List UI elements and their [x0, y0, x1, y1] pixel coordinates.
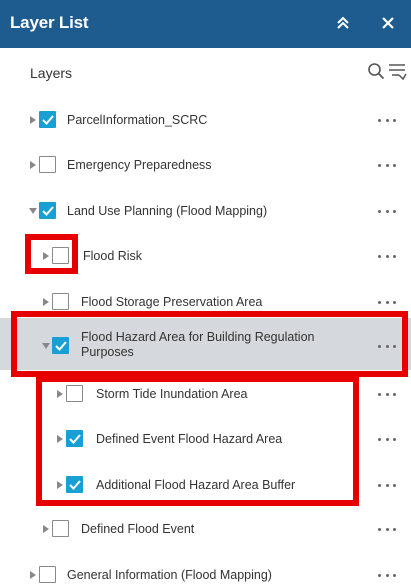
layer-checkbox[interactable]	[39, 111, 56, 128]
caret-down-icon[interactable]	[41, 340, 51, 352]
more-options-button[interactable]	[378, 389, 396, 399]
caret-down-icon[interactable]	[28, 205, 38, 217]
caret-right-icon[interactable]	[28, 114, 38, 126]
layer-row[interactable]: Flood Storage Preservation Area	[0, 286, 411, 318]
more-options-button[interactable]	[378, 570, 396, 580]
layer-checkbox[interactable]	[39, 156, 56, 173]
check-icon	[42, 206, 54, 216]
layer-label: Flood Hazard Area for Building Regulatio…	[81, 330, 315, 359]
layer-label: Defined Flood Event	[81, 522, 195, 536]
layer-checkbox[interactable]	[52, 337, 69, 354]
layer-row[interactable]: Land Use Planning (Flood Mapping)	[0, 195, 411, 227]
filter-icon[interactable]	[387, 61, 407, 81]
check-icon	[55, 341, 67, 351]
layer-label: Land Use Planning (Flood Mapping)	[67, 204, 268, 218]
layers-heading: Layers	[30, 65, 73, 81]
layer-label: Emergency Preparedness	[67, 158, 212, 172]
panel-title: Layer List	[10, 13, 89, 32]
layer-row[interactable]: Defined Event Flood Hazard Area	[0, 423, 411, 455]
layer-row[interactable]: Emergency Preparedness	[0, 149, 411, 181]
caret-right-icon[interactable]	[55, 479, 65, 491]
collapse-button[interactable]	[330, 10, 356, 36]
panel-header: Layer List	[0, 0, 411, 48]
layers-toolbar: Layers	[0, 48, 411, 96]
more-options-button[interactable]	[378, 160, 396, 170]
caret-right-icon[interactable]	[28, 159, 38, 171]
layer-label: Defined Event Flood Hazard Area	[96, 432, 283, 446]
caret-right-icon[interactable]	[41, 250, 51, 262]
caret-right-icon[interactable]	[41, 296, 51, 308]
layer-row[interactable]: Storm Tide Inundation Area	[0, 378, 411, 410]
layer-checkbox[interactable]	[66, 430, 83, 447]
double-chevron-up-icon	[337, 16, 349, 29]
check-icon	[69, 434, 81, 444]
more-options-button[interactable]	[378, 341, 396, 351]
layer-checkbox[interactable]	[52, 247, 69, 264]
layer-label: Additional Flood Hazard Area Buffer	[96, 478, 296, 492]
more-options-button[interactable]	[378, 434, 396, 444]
check-icon	[69, 480, 81, 490]
layer-checkbox[interactable]	[66, 385, 83, 402]
layer-row[interactable]: Additional Flood Hazard Area Buffer	[0, 469, 411, 501]
layer-label: ParcelInformation_SCRC	[67, 113, 208, 127]
layer-row[interactable]: General Information (Flood Mapping)	[0, 559, 411, 585]
layer-row-selected[interactable]: Flood Hazard Area for Building Regulatio…	[0, 318, 411, 370]
check-icon	[42, 115, 54, 125]
caret-right-icon[interactable]	[55, 433, 65, 445]
layer-label: Storm Tide Inundation Area	[96, 387, 248, 401]
caret-right-icon[interactable]	[28, 569, 38, 581]
layer-checkbox[interactable]	[39, 202, 56, 219]
more-options-button[interactable]	[378, 251, 396, 261]
layer-row[interactable]: Defined Flood Event	[0, 513, 411, 545]
more-options-button[interactable]	[378, 115, 396, 125]
close-icon	[382, 17, 394, 29]
more-options-button[interactable]	[378, 480, 396, 490]
layer-checkbox[interactable]	[66, 476, 83, 493]
layer-checkbox[interactable]	[52, 293, 69, 310]
layer-label: General Information (Flood Mapping)	[67, 568, 272, 582]
caret-right-icon[interactable]	[41, 523, 51, 535]
search-icon[interactable]	[367, 62, 385, 80]
caret-right-icon[interactable]	[55, 388, 65, 400]
close-button[interactable]	[375, 10, 401, 36]
layer-row[interactable]: Flood Risk	[0, 240, 411, 272]
layer-checkbox[interactable]	[52, 520, 69, 537]
more-options-button[interactable]	[378, 297, 396, 307]
layer-checkbox[interactable]	[39, 566, 56, 583]
layer-label: Flood Storage Preservation Area	[81, 295, 263, 309]
more-options-button[interactable]	[378, 524, 396, 534]
more-options-button[interactable]	[378, 206, 396, 216]
layer-row[interactable]: ParcelInformation_SCRC	[0, 104, 411, 136]
layer-label: Flood Risk	[83, 249, 143, 263]
